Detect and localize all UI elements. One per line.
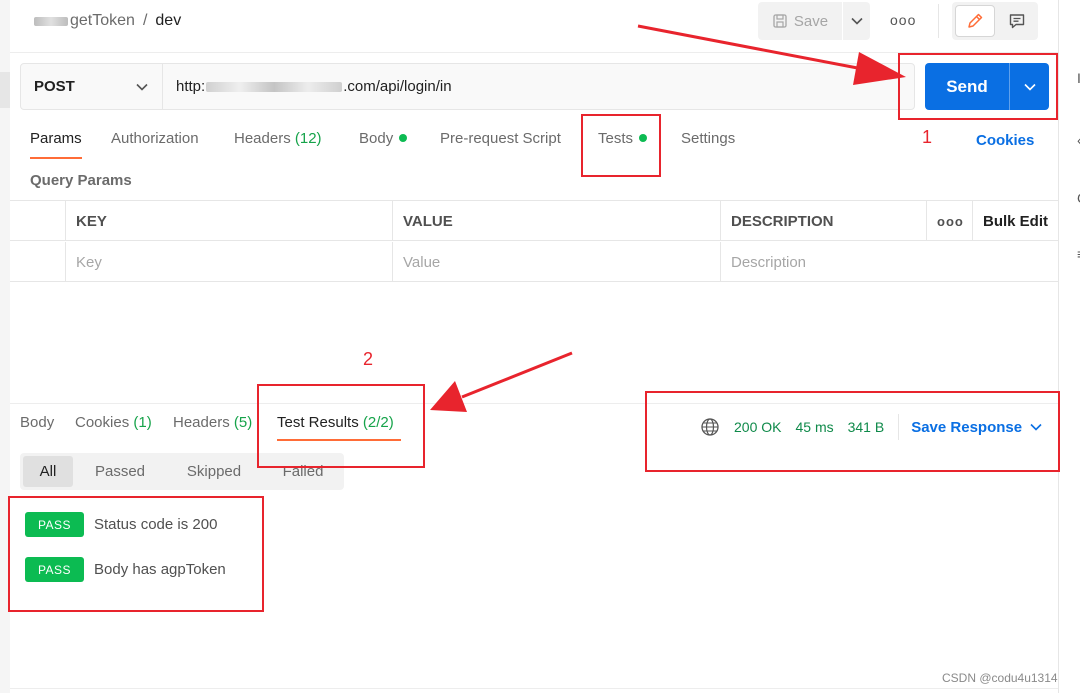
annotation-arrow-2 [461, 351, 573, 399]
annotation-arrowhead-1 [853, 52, 906, 85]
annotation-arrow-1 [637, 24, 869, 72]
annotation-arrowhead-2 [430, 381, 467, 412]
annotation-arrows [430, 24, 906, 412]
